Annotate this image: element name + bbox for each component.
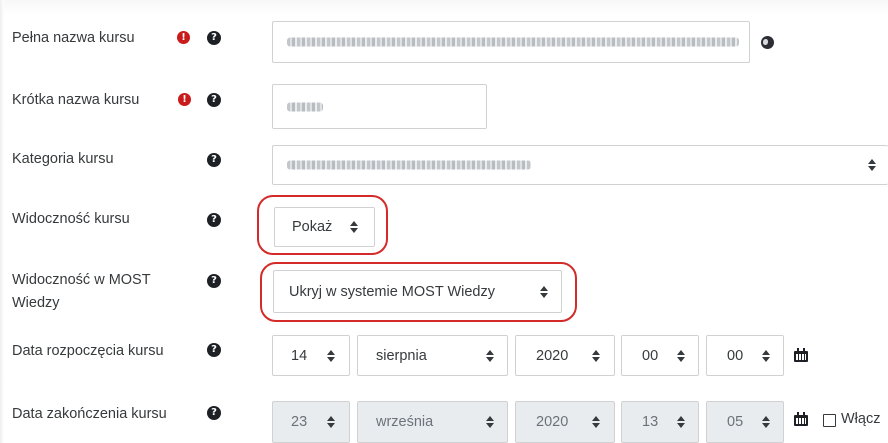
end-year-select[interactable]: 2020 [515, 401, 615, 443]
start-minute-value: 00 [727, 347, 744, 364]
start-day-select[interactable]: 14 [272, 335, 350, 376]
required-icon: ! [178, 93, 191, 106]
calendar-icon[interactable] [794, 412, 808, 426]
help-icon[interactable]: ? [207, 274, 221, 288]
select-caret-icon [762, 416, 770, 428]
end-hour-select[interactable]: 13 [621, 401, 699, 443]
category-select[interactable] [272, 145, 888, 185]
shortname-input[interactable] [272, 84, 487, 129]
select-caret-icon [677, 349, 685, 362]
end-month-value: września [376, 414, 434, 430]
end-hour-value: 13 [642, 414, 659, 430]
end-date-label: Data zakończenia kursu [12, 406, 167, 422]
highlight-ring [260, 262, 577, 322]
fullname-input[interactable] [272, 21, 750, 63]
help-icon[interactable]: ? [207, 153, 221, 167]
select-caret-icon [677, 416, 685, 428]
calendar-icon[interactable] [794, 348, 808, 362]
select-caret-icon [327, 416, 335, 428]
start-month-value: sierpnia [376, 347, 427, 364]
end-minute-select[interactable]: 05 [706, 401, 784, 443]
help-icon[interactable]: ? [207, 406, 221, 420]
start-year-select[interactable]: 2020 [515, 335, 615, 376]
category-label: Kategoria kursu [12, 151, 114, 167]
blurred-value [287, 37, 739, 47]
select-caret-icon [486, 416, 494, 428]
end-day-value: 23 [291, 414, 308, 430]
shortname-label: Krótka nazwa kursu [12, 92, 140, 108]
required-icon: ! [177, 31, 190, 44]
select-caret-icon [762, 349, 770, 362]
left-edge [0, 0, 4, 443]
end-year-value: 2020 [536, 414, 569, 430]
start-month-select[interactable]: sierpnia [357, 335, 508, 376]
select-caret-icon [868, 159, 876, 171]
select-caret-icon [486, 349, 494, 362]
start-year-value: 2020 [536, 347, 569, 364]
select-caret-icon [327, 349, 335, 362]
most-visibility-label-line1: Widoczność w MOST [12, 272, 151, 288]
start-minute-select[interactable]: 00 [706, 335, 784, 376]
most-visibility-label-line2: Wiedzy [12, 295, 60, 311]
select-caret-icon [592, 416, 600, 428]
help-icon[interactable]: ? [207, 213, 221, 227]
end-minute-value: 05 [727, 414, 744, 430]
visibility-label: Widoczność kursu [12, 211, 130, 227]
fullname-label: Pełna nazwa kursu [12, 30, 135, 46]
top-edge [0, 0, 888, 14]
blurred-value [287, 102, 323, 111]
enable-checkbox[interactable] [823, 414, 836, 427]
highlight-ring [257, 195, 388, 255]
select-caret-icon [592, 349, 600, 362]
start-hour-select[interactable]: 00 [621, 335, 699, 376]
end-day-select[interactable]: 23 [272, 401, 350, 443]
help-icon[interactable]: ? [207, 343, 221, 357]
start-date-label: Data rozpoczęcia kursu [12, 343, 164, 359]
blurred-value [287, 160, 531, 170]
end-month-select[interactable]: września [357, 401, 508, 443]
start-day-value: 14 [291, 347, 308, 364]
globe-icon[interactable] [761, 36, 774, 49]
help-icon[interactable]: ? [207, 31, 221, 45]
enable-label: Włącz [841, 411, 881, 427]
start-hour-value: 00 [642, 347, 659, 364]
help-icon[interactable]: ? [207, 93, 221, 107]
